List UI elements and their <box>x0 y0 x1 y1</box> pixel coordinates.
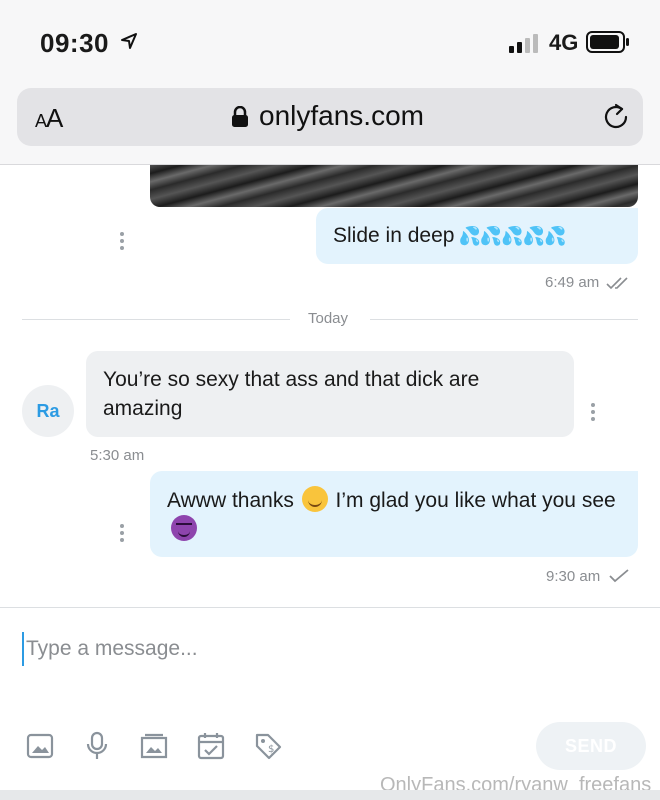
microphone-icon[interactable] <box>82 731 112 761</box>
lock-icon <box>232 106 248 127</box>
avatar[interactable]: Ra <box>22 385 74 437</box>
message-time: 6:49 am <box>545 274 600 291</box>
smiling-face-emoji-icon <box>301 486 328 512</box>
reload-icon[interactable] <box>602 103 630 131</box>
status-time: 09:30 <box>40 28 109 58</box>
battery-icon <box>586 31 629 53</box>
image-icon[interactable] <box>25 731 55 761</box>
cellular-signal-icon <box>509 34 538 53</box>
schedule-calendar-icon[interactable] <box>196 731 226 761</box>
double-check-read-icon <box>606 277 628 290</box>
browser-chrome: 09:30 4G AA onlyfans.com <box>0 0 660 165</box>
message-options-icon[interactable] <box>119 232 125 252</box>
address-bar[interactable]: AA onlyfans.com <box>17 88 643 146</box>
message-time: 5:30 am <box>90 447 145 464</box>
check-sent-icon <box>609 569 629 583</box>
text-size-button[interactable]: AA <box>35 103 63 134</box>
message-text: Slide in deep <box>333 224 455 247</box>
message-composer: Type a message... $ SEND OnlyFans.com/ry… <box>0 607 660 800</box>
incoming-message[interactable]: You’re so sexy that ass and that dick ar… <box>86 351 574 437</box>
status-bar: 09:30 4G <box>0 0 660 80</box>
day-divider-left <box>22 319 290 320</box>
price-tag-icon[interactable]: $ <box>253 731 283 761</box>
message-text-part: I’m glad you like what you see <box>335 489 616 512</box>
smiling-devil-emoji-icon <box>171 515 197 541</box>
url-text[interactable]: onlyfans.com <box>259 100 424 132</box>
location-arrow-icon <box>121 33 137 49</box>
outgoing-message[interactable]: Awww thanks I’m glad you like what you s… <box>150 471 638 557</box>
message-options-icon[interactable] <box>590 403 596 423</box>
text-size-large-a: A <box>46 103 63 133</box>
sweat-droplets-emoji: 💦💦💦💦💦 <box>458 226 566 246</box>
text-size-small-a: A <box>35 111 47 131</box>
message-time: 9:30 am <box>546 568 601 585</box>
outgoing-message[interactable]: Slide in deep 💦💦💦💦💦 <box>316 208 638 264</box>
bottom-edge <box>0 790 660 800</box>
message-options-icon[interactable] <box>119 524 125 544</box>
day-separator: Today <box>308 310 349 327</box>
chat-thread[interactable]: Slide in deep 💦💦💦💦💦 6:49 am Today Ra You’… <box>0 165 660 607</box>
message-text-part: Awww thanks <box>167 489 294 512</box>
message-text: You’re so sexy that ass and that dick ar… <box>103 368 480 420</box>
message-input[interactable]: Type a message... <box>22 632 622 666</box>
send-button[interactable]: SEND <box>536 722 646 770</box>
vault-media-icon[interactable] <box>139 731 169 761</box>
day-divider-right <box>370 319 638 320</box>
network-type: 4G <box>549 30 579 55</box>
svg-text:$: $ <box>268 744 274 755</box>
shared-photo[interactable] <box>150 165 638 207</box>
